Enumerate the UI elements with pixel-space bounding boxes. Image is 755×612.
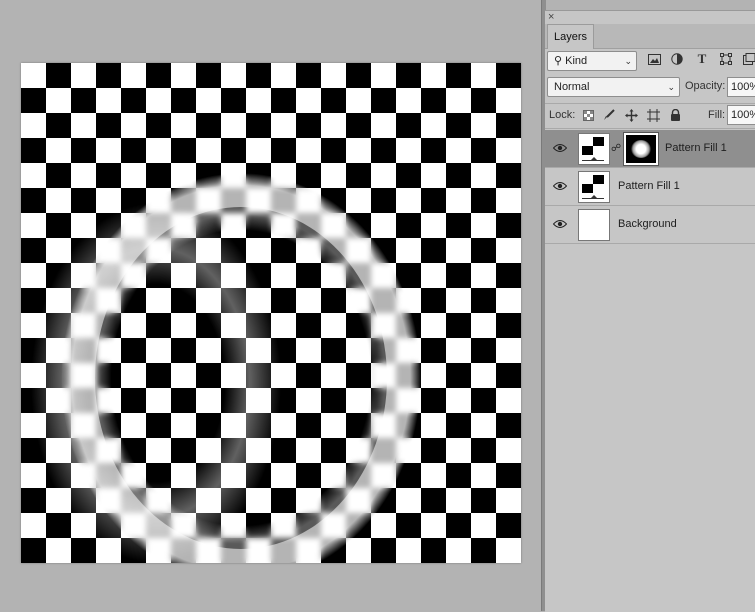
layer-row-pattern-fill[interactable]: Pattern Fill 1 — [545, 168, 755, 206]
lock-label: Lock: — [549, 109, 576, 121]
layer-thumbnail[interactable] — [578, 171, 610, 203]
document-canvas[interactable] — [21, 63, 521, 563]
thumbnail-bar — [582, 198, 604, 199]
eye-icon[interactable] — [553, 219, 567, 229]
pattern-thumbnail — [582, 137, 604, 155]
tab-layers[interactable]: Layers — [547, 24, 595, 49]
thumbnail-triangle — [591, 195, 597, 198]
chevron-down-icon: ⌄ — [667, 82, 675, 92]
opacity-label: Opacity: — [685, 80, 726, 92]
layer-mask-thumbnail[interactable] — [623, 132, 659, 166]
eye-icon[interactable] — [553, 143, 567, 153]
fill-field[interactable]: 100% — [727, 105, 755, 125]
blend-mode-value: Normal — [554, 81, 590, 93]
lock-transparent-icon[interactable] — [580, 107, 596, 123]
background-thumbnail[interactable] — [578, 209, 610, 241]
fill-label: Fill: — [708, 109, 726, 121]
layer-name[interactable]: Background — [618, 218, 677, 230]
layer-filter-value: Kind — [565, 55, 588, 67]
layer-thumbnail[interactable] — [578, 133, 610, 165]
layer-name[interactable]: Pattern Fill 1 — [618, 180, 680, 192]
opacity-field[interactable]: 100% — [727, 77, 755, 97]
mask-glow — [631, 140, 651, 158]
lock-artboard-icon[interactable] — [645, 107, 661, 123]
thumbnail-bar — [582, 160, 604, 161]
chevron-down-icon: ⌄ — [624, 56, 632, 66]
lock-position-icon[interactable] — [623, 107, 639, 123]
search-icon: ⚲ — [554, 55, 563, 67]
thumbnail-triangle — [591, 157, 597, 160]
eye-icon[interactable] — [553, 181, 567, 191]
chain-link-icon[interactable]: ☍ — [611, 143, 621, 154]
smart-object-filter-icon[interactable] — [741, 51, 755, 67]
layer-filter-dropdown[interactable]: ⚲ Kind ⌄ — [547, 51, 637, 71]
image-filter-icon[interactable] — [646, 51, 662, 67]
type-filter-icon[interactable]: T — [694, 51, 710, 67]
blurred-ring-region — [61, 173, 421, 563]
layer-row-background[interactable]: Background — [545, 206, 755, 244]
layers-panel: × Layers ⚲ Kind ⌄ T Normal ⌄ Opacity: 10… — [545, 10, 755, 612]
layer-name[interactable]: Pattern Fill 1 — [665, 142, 727, 154]
panel-tab-strip: Layers — [545, 24, 755, 49]
layer-row-pattern-fill-masked[interactable]: ☍ Pattern Fill 1 — [545, 130, 755, 168]
lock-all-icon[interactable] — [667, 107, 683, 123]
adjustment-filter-icon[interactable] — [669, 51, 685, 67]
panel-separator — [545, 103, 755, 104]
blend-mode-dropdown[interactable]: Normal ⌄ — [547, 77, 680, 97]
pattern-thumbnail — [582, 175, 604, 193]
close-icon[interactable]: × — [548, 10, 554, 24]
shape-filter-icon[interactable] — [718, 51, 734, 67]
panel-separator — [545, 128, 755, 129]
lock-image-icon[interactable] — [601, 107, 617, 123]
